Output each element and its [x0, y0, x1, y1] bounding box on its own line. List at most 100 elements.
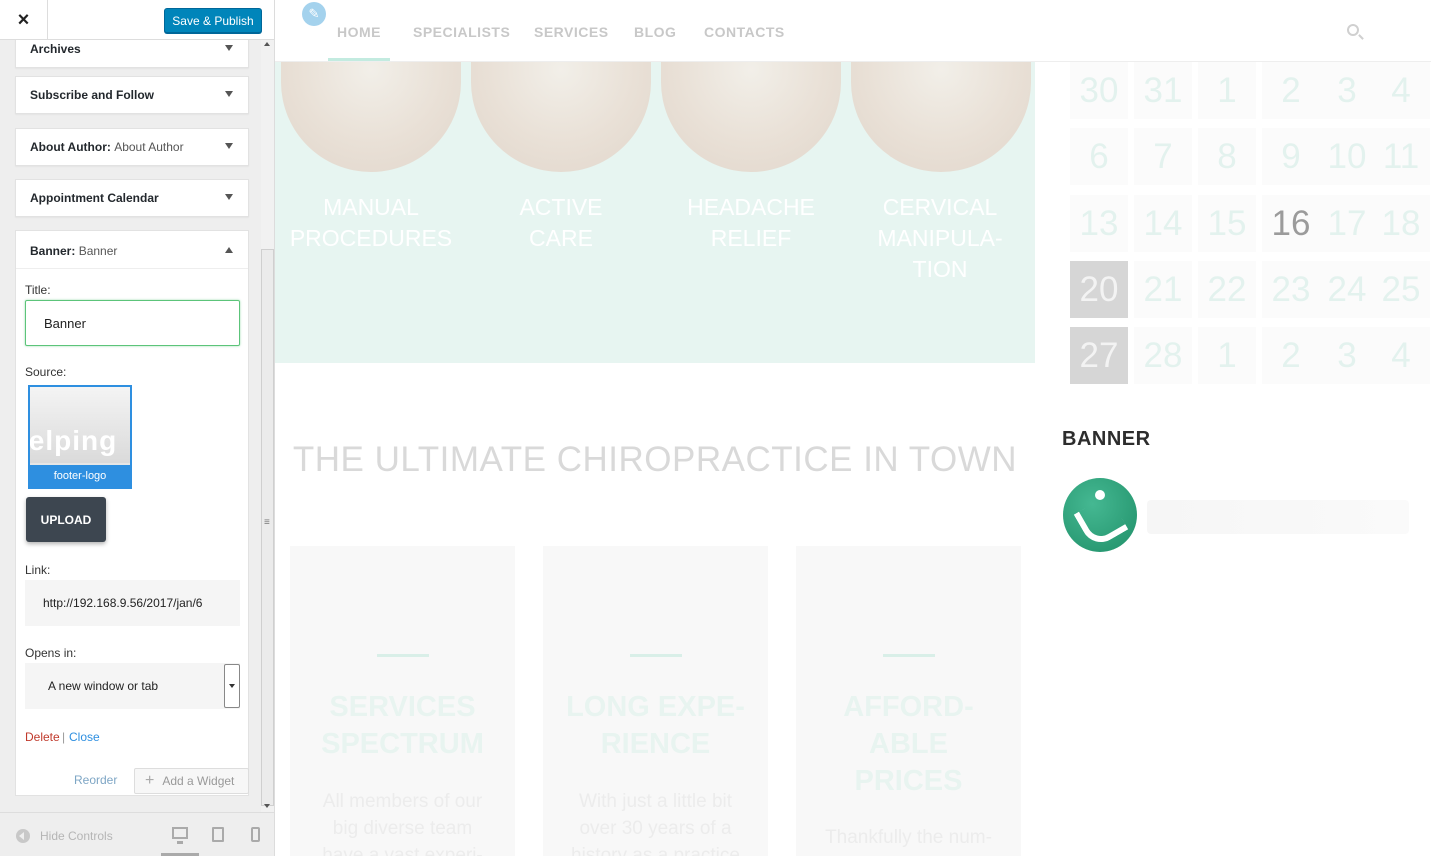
link-input[interactable]: http://192.168.9.56/2017/jan/6 — [25, 580, 240, 626]
source-label: Source: — [25, 365, 67, 379]
chevron-down-icon[interactable] — [225, 194, 233, 200]
link-label: Link: — [25, 563, 51, 577]
nav-active-indicator — [328, 58, 390, 61]
calendar-day[interactable]: 16 — [1262, 195, 1320, 252]
banner-widget-heading: BANNER — [1062, 428, 1151, 450]
calendar-day[interactable]: 10 — [1318, 128, 1376, 185]
service-title-manual[interactable]: MANUAL PROCEDURES — [281, 192, 461, 254]
calendar-day[interactable]: 14 — [1134, 195, 1192, 252]
source-image-text: lelping — [28, 425, 118, 456]
add-widget-button[interactable]: + Add a Widget — [134, 768, 249, 794]
widget-title: Subscribe and Follow — [30, 88, 155, 102]
feature-card-experience: LONG EXPE- RIENCE With just a little bit o… — [543, 546, 768, 856]
source-image-caption: footer-logo — [30, 465, 130, 487]
nav-home[interactable]: HOME — [337, 24, 381, 40]
card-text: With just a little bit over 30 years of a… — [571, 791, 740, 856]
chevron-down-icon[interactable] — [225, 91, 233, 97]
calendar-day[interactable]: 17 — [1318, 195, 1376, 252]
widget-banner-header[interactable]: Banner: Banner — [16, 231, 248, 269]
source-image-thumbnail[interactable]: lelping footer-logo — [28, 385, 132, 489]
calendar-day[interactable]: 7 — [1134, 128, 1192, 185]
section-heading: THE ULTIMATE CHIROPRACTICE IN TOWN — [292, 440, 1018, 479]
calendar-day[interactable]: 6 — [1070, 128, 1128, 185]
scroll-down-arrow-icon[interactable] — [264, 804, 270, 808]
opens-in-label: Opens in: — [25, 646, 77, 660]
tablet-preview-icon[interactable] — [212, 827, 224, 842]
nav-contacts[interactable]: CONTACTS — [704, 24, 785, 40]
search-icon[interactable] — [1347, 24, 1359, 36]
calendar-day[interactable]: 11 — [1372, 128, 1430, 185]
service-title-active[interactable]: ACTIVE CARE — [471, 192, 651, 254]
mobile-preview-icon[interactable] — [251, 827, 260, 842]
calendar-day[interactable]: 9 — [1262, 128, 1320, 185]
card-divider — [883, 654, 935, 657]
reorder-link[interactable]: Reorder — [74, 773, 117, 787]
delete-link[interactable]: Delete — [25, 730, 60, 744]
opens-in-select[interactable]: A new window or tab — [25, 663, 240, 709]
calendar-day[interactable]: 4 — [1372, 327, 1430, 384]
opens-in-value: A new window or tab — [48, 679, 159, 693]
desktop-preview-icon[interactable] — [172, 827, 188, 844]
upload-button[interactable]: UPLOAD — [26, 497, 106, 542]
calendar-day[interactable]: 2 — [1262, 62, 1320, 119]
nav-specialists[interactable]: SPECIALISTS — [413, 24, 510, 40]
banner-logo-wordmark — [1147, 500, 1409, 534]
widget-title: Archives — [30, 42, 81, 56]
close-widget-link[interactable]: Close — [69, 730, 100, 744]
calendar-day[interactable]: 24 — [1318, 261, 1376, 318]
plus-icon: + — [145, 772, 155, 789]
widget-subscribe-and-follow[interactable]: Subscribe and Follow — [15, 76, 249, 114]
nav-blog[interactable]: BLOG — [634, 24, 676, 40]
calendar-day[interactable]: 20 — [1070, 261, 1128, 318]
appointment-calendar: 30 31 1 2 3 4 6 7 8 9 10 11 13 14 15 16 17 18 20 21 22 23 24 25… — [1070, 62, 1430, 384]
calendar-day[interactable]: 18 — [1372, 195, 1430, 252]
panel-footer: Hide Controls — [0, 812, 274, 856]
calendar-day[interactable]: 28 — [1134, 327, 1192, 384]
calendar-day[interactable]: 4 — [1372, 62, 1430, 119]
calendar-day[interactable]: 13 — [1070, 195, 1128, 252]
widget-about-author[interactable]: About Author: About Author — [15, 128, 249, 166]
services-section: MANUAL PROCEDURES ACTIVE CARE HEADACHE RELI… — [275, 2, 1035, 363]
calendar-day[interactable]: 31 — [1134, 62, 1192, 119]
calendar-day[interactable]: 3 — [1318, 62, 1376, 119]
calendar-day[interactable]: 2 — [1262, 327, 1320, 384]
nav-services[interactable]: SERVICES — [534, 24, 609, 40]
calendar-day[interactable]: 25 — [1372, 261, 1430, 318]
calendar-day[interactable]: 1 — [1198, 62, 1256, 119]
service-title-headache[interactable]: HEADACHE RELIEF — [661, 192, 841, 254]
calendar-day[interactable]: 1 — [1198, 327, 1256, 384]
card-divider — [377, 654, 429, 657]
calendar-day[interactable]: 8 — [1198, 128, 1256, 185]
widget-list: Archives Subscribe and Follow About Auth… — [0, 40, 260, 800]
calendar-day[interactable]: 30 — [1070, 62, 1128, 119]
hide-controls-button[interactable]: Hide Controls — [16, 829, 113, 843]
widget-title: About Author: About Author — [30, 140, 184, 154]
widget-banner-expanded: Banner: Banner Title: Banner Source: lel… — [15, 230, 249, 796]
calendar-day[interactable]: 22 — [1198, 261, 1256, 318]
hide-controls-label: Hide Controls — [40, 829, 113, 843]
card-title: LONG EXPE- RIENCE — [566, 691, 745, 760]
calendar-day[interactable]: 21 — [1134, 261, 1192, 318]
calendar-day[interactable]: 15 — [1198, 195, 1256, 252]
calendar-day[interactable]: 23 — [1262, 261, 1320, 318]
edit-shortcut-pencil-icon[interactable]: ✎ — [302, 2, 326, 26]
save-publish-button[interactable]: Save & Publish — [164, 8, 262, 33]
panel-scrollbar[interactable]: ≡ — [261, 40, 274, 812]
chevron-up-icon[interactable] — [225, 247, 233, 253]
close-customizer-button[interactable]: × — [0, 0, 48, 40]
calendar-day[interactable]: 3 — [1318, 327, 1376, 384]
calendar-day[interactable]: 27 — [1070, 327, 1128, 384]
scroll-up-arrow-icon[interactable] — [264, 42, 270, 46]
chevron-down-icon[interactable] — [225, 143, 233, 149]
service-title-cervical[interactable]: CERVICAL MANIPULA- TION — [850, 192, 1030, 285]
widget-appointment-calendar[interactable]: Appointment Calendar — [15, 179, 249, 217]
title-input[interactable]: Banner — [25, 300, 240, 346]
feature-card-services: SERVICES SPECTRUM All members of our big d… — [290, 546, 515, 856]
select-dropdown-button[interactable] — [224, 664, 240, 708]
feature-card-prices: AFFORD- ABLE PRICES Thankfully the num- — [796, 546, 1021, 856]
collapse-arrow-icon — [16, 829, 30, 843]
widget-archives[interactable]: Archives — [15, 40, 249, 68]
banner-logo-icon[interactable] — [1063, 478, 1137, 552]
chevron-down-icon[interactable] — [225, 45, 233, 51]
card-title: AFFORD- ABLE PRICES — [843, 691, 974, 797]
